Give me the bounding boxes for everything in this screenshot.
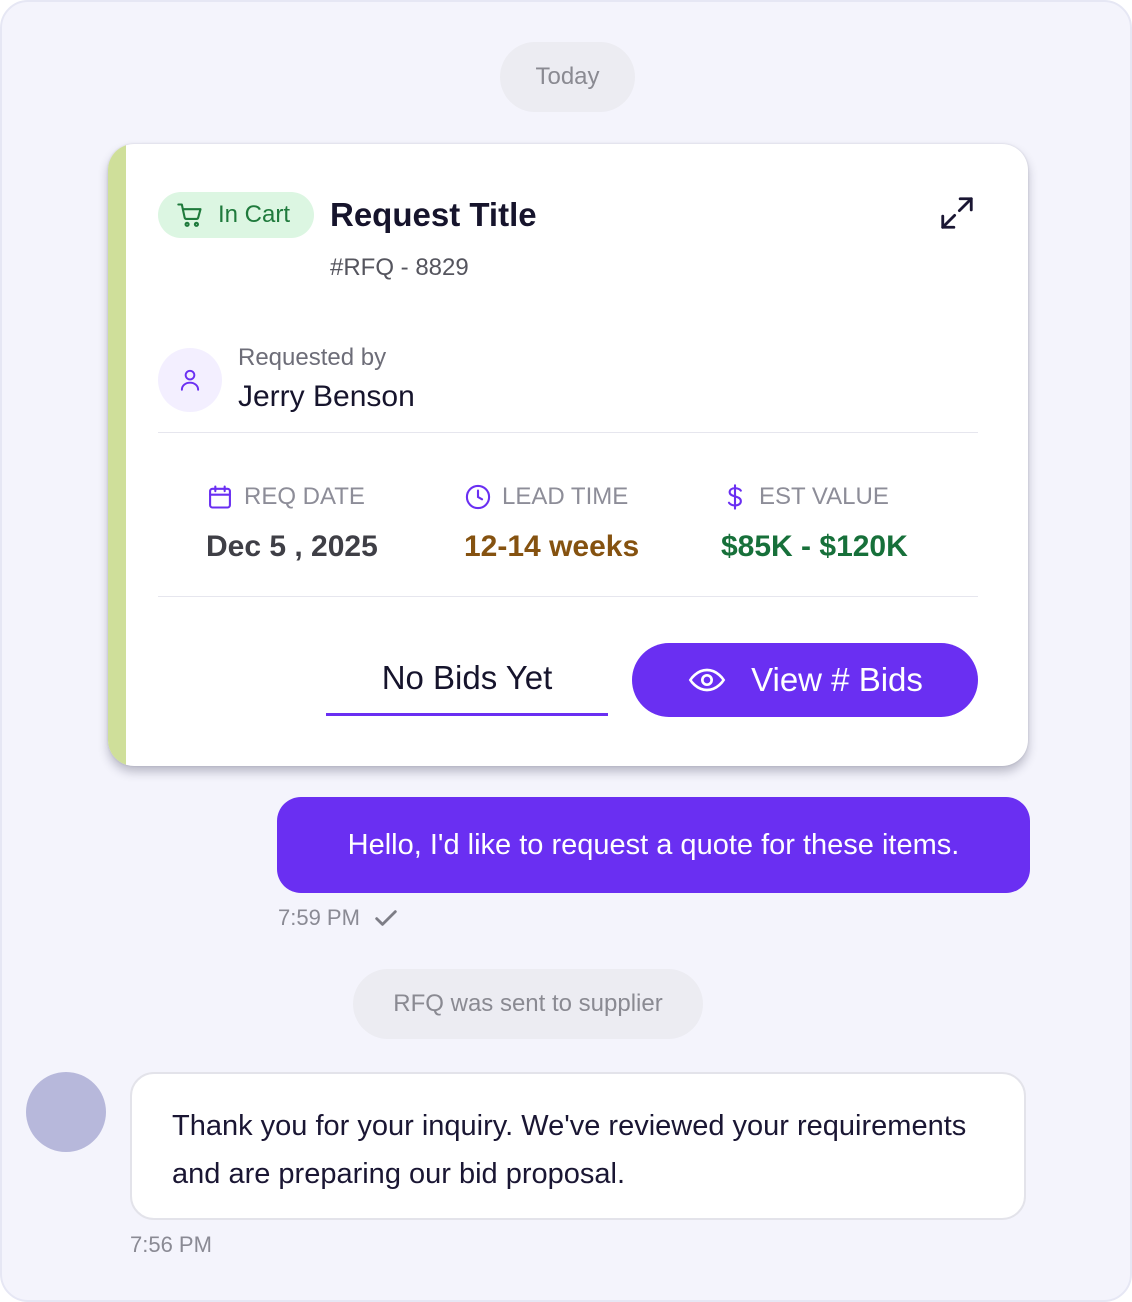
stat-value: Dec 5 , 2025 xyxy=(206,530,378,563)
requested-by-label: Requested by xyxy=(238,344,387,371)
system-message: RFQ was sent to supplier xyxy=(353,969,703,1039)
no-bids-tab[interactable]: No Bids Yet xyxy=(326,642,608,716)
message-time: 7:59 PM xyxy=(278,905,360,930)
stat-req-date: REQ DATE Dec 5 , 2025 xyxy=(206,480,378,564)
requester-avatar xyxy=(158,348,222,412)
stat-label: EST VALUE xyxy=(759,483,889,510)
cart-icon xyxy=(177,203,202,227)
stat-value: $85K - $120K xyxy=(721,530,908,563)
stat-value: 12-14 weeks xyxy=(464,530,640,563)
user-icon xyxy=(180,369,200,391)
view-bids-button[interactable]: View # Bids xyxy=(632,643,978,717)
chat-panel: Today In Cart Request Title #RFQ - 8829 … xyxy=(0,0,1132,1302)
outgoing-meta: 7:59 PM xyxy=(278,904,400,932)
expand-icon[interactable] xyxy=(938,194,976,232)
message-time: 7:56 PM xyxy=(130,1232,212,1257)
requester-name: Jerry Benson xyxy=(238,380,415,413)
divider xyxy=(158,432,978,433)
date-separator: Today xyxy=(500,42,635,112)
status-label: In Cart xyxy=(218,201,291,228)
check-icon xyxy=(375,910,397,926)
clock-icon xyxy=(465,484,491,510)
status-badge: In Cart xyxy=(158,192,314,238)
calendar-icon xyxy=(209,485,231,509)
card-accent-bar xyxy=(108,144,126,766)
stat-est-value: EST VALUE $85K - $120K xyxy=(721,480,908,564)
view-bids-label: View # Bids xyxy=(751,661,923,698)
outgoing-message: Hello, I'd like to request a quote for t… xyxy=(277,797,1030,893)
rfq-id: #RFQ - 8829 xyxy=(330,254,469,281)
incoming-message: Thank you for your inquiry. We've review… xyxy=(130,1072,1026,1220)
stat-label: REQ DATE xyxy=(244,483,365,510)
stat-label: LEAD TIME xyxy=(502,483,629,510)
supplier-avatar xyxy=(26,1072,106,1152)
dollar-icon xyxy=(727,484,742,510)
stat-lead-time: LEAD TIME 12-14 weeks xyxy=(464,480,639,564)
divider xyxy=(158,596,978,597)
request-title: Request Title xyxy=(330,196,537,233)
rfq-card: In Cart Request Title #RFQ - 8829 Reques… xyxy=(108,144,1028,766)
eye-icon xyxy=(688,668,726,692)
